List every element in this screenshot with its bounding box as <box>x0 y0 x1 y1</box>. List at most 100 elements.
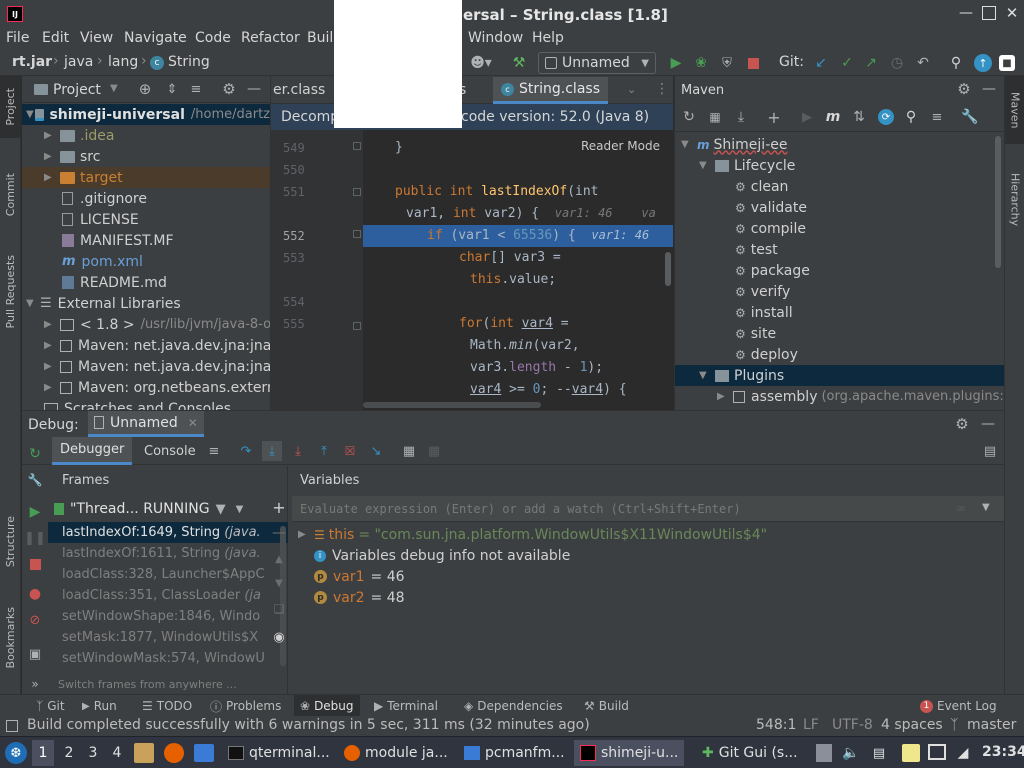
menu-view[interactable]: View <box>80 30 113 46</box>
tool-tab-git[interactable]: ᛉ Git <box>30 695 71 717</box>
menu-refactor[interactable]: Refactor <box>241 30 300 46</box>
run-icon[interactable]: ▶ <box>668 54 684 72</box>
variable-this[interactable]: ▶ ☰ this = "com.sun.jna.platform.WindowU… <box>298 524 767 545</box>
generate-sources-icon[interactable]: ▦ <box>707 109 723 125</box>
task-qterminal[interactable]: qterminal... <box>222 740 336 766</box>
tab-console[interactable]: Console <box>136 437 204 465</box>
step-over-icon[interactable]: ⤓ <box>262 441 282 461</box>
maven-goal-validate[interactable]: ⚙ validate <box>735 197 807 218</box>
frame-item[interactable]: setWindowMask:574, WindowU <box>48 648 288 669</box>
tree-item-scratches[interactable]: Scratches and Consoles <box>22 398 231 410</box>
maven-goal-test[interactable]: ⚙ test <box>735 239 778 260</box>
maven-project[interactable]: ▼ m Shimeji-ee <box>681 134 787 155</box>
variable-var2[interactable]: p var2 = 48 <box>314 587 405 608</box>
remove-icon[interactable]: — <box>270 524 288 542</box>
rerun-icon[interactable]: ↻ <box>26 445 44 463</box>
status-message[interactable]: Build completed successfully with 6 warn… <box>27 717 590 733</box>
update-icon[interactable]: ↑ <box>974 54 992 72</box>
frame-item[interactable]: lastIndexOf:1649, String (java. <box>48 522 288 543</box>
thread-selector[interactable]: "Thread... RUNNING ▼ ▼ <box>54 498 286 520</box>
hide-icon[interactable]: — <box>980 416 996 432</box>
more-options-icon[interactable]: ⋮ <box>655 81 669 97</box>
hide-icon[interactable]: — <box>981 81 997 97</box>
run-icon[interactable]: ▶ <box>799 109 815 125</box>
git-push-icon[interactable]: ↗ <box>862 54 880 72</box>
tool-tab-dependencies[interactable]: ◈ Dependencies <box>458 695 569 717</box>
maven-goal-package[interactable]: ⚙ package <box>735 260 810 281</box>
tree-item-gitignore[interactable]: .gitignore <box>22 188 147 209</box>
menu-build[interactable]: Buil <box>307 30 333 46</box>
monitor-tray-icon[interactable] <box>928 744 946 760</box>
clock[interactable]: 23:34 <box>982 744 1024 760</box>
file-manager-launcher-icon[interactable] <box>134 743 154 763</box>
maven-goal-verify[interactable]: ⚙ verify <box>735 281 790 302</box>
frame-item[interactable]: loadClass:328, Launcher$AppC <box>48 564 288 585</box>
resume-icon[interactable]: ▶ <box>26 503 44 521</box>
tree-item-maven-jna-platform[interactable]: ▶ Maven: net.java.dev.jna:jna-p <box>22 356 270 377</box>
tree-item-src[interactable]: ▶ src <box>22 146 100 167</box>
fold-marker-icon[interactable] <box>353 188 361 196</box>
maven-plugins[interactable]: ▼ Plugins <box>675 365 1004 386</box>
maven-goal-site[interactable]: ⚙ site <box>735 323 776 344</box>
bookmarks-tool-tab[interactable]: Bookmarks <box>0 596 21 680</box>
step-out-icon[interactable]: ⤒ <box>316 443 332 459</box>
project-tool-tab[interactable]: Project <box>0 76 21 138</box>
notes-tray-icon[interactable] <box>902 744 920 762</box>
chevron-down-icon[interactable]: ▼ <box>110 83 118 94</box>
skip-tests-icon[interactable]: ⟳ <box>878 109 894 125</box>
event-log-button[interactable]: 1 Event Log <box>914 695 1003 717</box>
download-icon[interactable]: ⤓ <box>733 109 749 125</box>
menu-help[interactable]: Help <box>532 30 564 46</box>
tab-debugger[interactable]: Debugger <box>52 437 133 465</box>
collapse-icon[interactable]: ≡ <box>929 109 945 125</box>
gear-icon[interactable]: ⚙ <box>956 80 972 98</box>
maven-lifecycle[interactable]: ▼ Lifecycle <box>699 155 795 176</box>
layout-icon[interactable]: ▤ <box>982 443 998 459</box>
menu-icon[interactable]: ≡ <box>206 443 222 459</box>
tree-item-license[interactable]: LICENSE <box>22 209 139 230</box>
tree-item-idea[interactable]: ▶ .idea <box>22 125 114 146</box>
expand-more-icon[interactable]: » <box>26 675 44 693</box>
git-branch[interactable]: master <box>967 717 1016 733</box>
network-tray-icon[interactable]: ◢ <box>954 744 972 762</box>
task-firefox[interactable]: module ja... <box>338 740 454 766</box>
workspace-2[interactable]: 2 <box>58 740 80 766</box>
gear-icon[interactable]: ⚙ <box>221 80 237 98</box>
chevron-down-icon[interactable]: ⌄ <box>627 83 636 96</box>
menu-code[interactable]: Code <box>195 30 231 46</box>
camera-icon[interactable]: ▣ <box>26 645 44 663</box>
hide-icon[interactable]: — <box>246 81 262 97</box>
toggle-offline-icon[interactable]: ⇅ <box>851 109 867 125</box>
structure-tool-tab[interactable]: Structure <box>0 504 21 580</box>
maven-tool-tab[interactable]: Maven <box>1005 76 1024 144</box>
evaluate-expression-input[interactable]: Evaluate expression (Enter) or add a wat… <box>292 496 1004 522</box>
tool-tab-terminal[interactable]: ▶ Terminal <box>368 695 444 717</box>
reload-icon[interactable]: ↻ <box>681 109 697 125</box>
maven-goal-deploy[interactable]: ⚙ deploy <box>735 344 798 365</box>
git-update-icon[interactable]: ↙ <box>812 54 830 72</box>
close-icon[interactable]: ✕ <box>1004 4 1020 22</box>
caret-position[interactable]: 548:1 <box>756 717 796 733</box>
locate-icon[interactable]: ⊕ <box>137 80 153 98</box>
search-icon[interactable]: ⚲ <box>903 109 919 125</box>
stop-icon[interactable] <box>30 559 41 570</box>
gear-icon[interactable]: ⚙ <box>954 415 970 433</box>
chevron-down-icon[interactable]: ▼ <box>982 502 990 513</box>
indent-setting[interactable]: 4 spaces <box>881 717 943 733</box>
tree-item-maven-netbeans[interactable]: ▶ Maven: org.netbeans.externa <box>22 377 270 398</box>
menu-edit[interactable]: Edit <box>42 30 69 46</box>
menu-file[interactable]: File <box>6 30 29 46</box>
ide-logo-icon[interactable]: ■ <box>999 55 1015 71</box>
line-separator[interactable]: LF <box>803 717 819 733</box>
maven-goal-install[interactable]: ⚙ install <box>735 302 793 323</box>
task-intellij[interactable]: shimeji-u... <box>574 740 685 766</box>
firefox-launcher-icon[interactable] <box>164 743 184 763</box>
workspace-3[interactable]: 3 <box>82 740 104 766</box>
coverage-icon[interactable]: ⛨ <box>718 54 736 72</box>
tree-item-readme[interactable]: README.md <box>22 272 167 293</box>
frame-item[interactable]: loadClass:351, ClassLoader (ja <box>48 585 288 606</box>
collapse-all-icon[interactable]: ≡ <box>188 81 204 97</box>
rollback-icon[interactable]: ↶ <box>914 54 932 72</box>
tree-item-pom[interactable]: m pom.xml <box>22 251 143 272</box>
workspace-4[interactable]: 4 <box>106 740 128 766</box>
